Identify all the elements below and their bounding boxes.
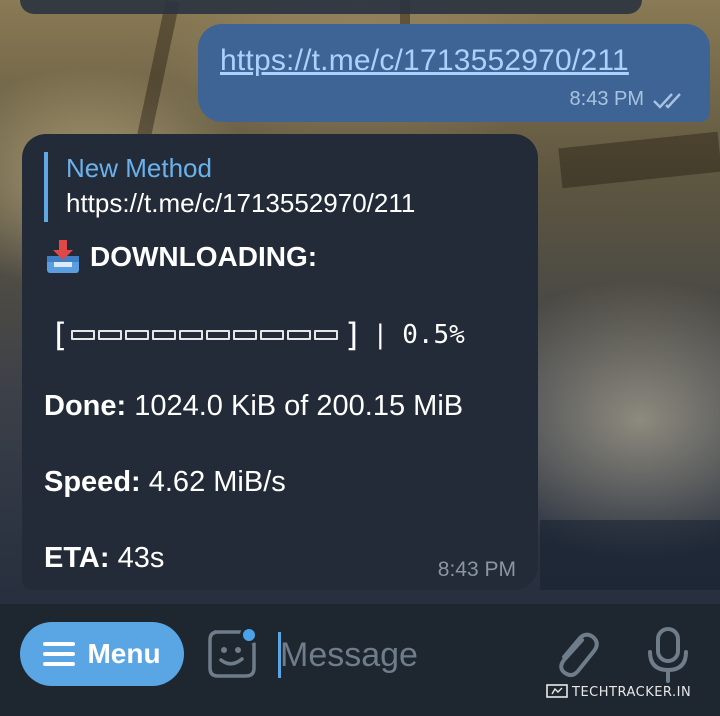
progress-cell [179, 330, 204, 340]
progress-cell [152, 330, 177, 340]
wallpaper-branch [134, 0, 180, 150]
progress-separator: | [372, 320, 389, 350]
paperclip-icon[interactable] [552, 626, 600, 680]
message-input[interactable] [280, 630, 530, 680]
progress-bar [71, 330, 341, 340]
message-input-bar: Menu TECHTRACKER.IN [0, 604, 720, 716]
message-meta: 8:43 PM [570, 88, 686, 111]
message-link[interactable]: https://t.me/c/1713552970/211 [220, 44, 629, 78]
previous-message-bubble [20, 0, 642, 14]
progress-cell [206, 330, 231, 340]
outgoing-message-bubble[interactable]: https://t.me/c/1713552970/211 8:43 PM [198, 24, 710, 122]
done-stat: Done: 1024.0 KiB of 200.15 MiB [44, 390, 463, 423]
progress-cell [98, 330, 123, 340]
incoming-message-bubble[interactable]: New Method https://t.me/c/1713552970/211… [22, 134, 538, 590]
progress-cell [71, 330, 96, 340]
watermark-text: TECHTRACKER.IN [572, 684, 692, 700]
message-time: 8:43 PM [569, 88, 644, 110]
reply-title: New Method [66, 153, 212, 183]
eta-stat: ETA: 43s [44, 542, 164, 575]
monitor-icon [546, 684, 568, 698]
speed-label: Speed: [44, 466, 141, 498]
progress-line: [ ] | 0.5% [50, 316, 465, 354]
progress-percent: 0.5% [402, 320, 465, 350]
sticker-notification-dot [240, 626, 258, 644]
speed-stat: Speed: 4.62 MiB/s [44, 466, 286, 499]
watermark: TECHTRACKER.IN [546, 684, 691, 700]
download-heading-text: DOWNLOADING: [90, 241, 318, 272]
message-time: 8:43 PM [437, 558, 516, 581]
inbox-tray-icon [47, 240, 79, 273]
reply-quote[interactable]: New Method https://t.me/c/1713552970/211 [44, 152, 415, 222]
progress-cell [125, 330, 150, 340]
eta-label: ETA: [44, 542, 110, 574]
done-label: Done: [44, 390, 127, 422]
progress-bracket-open: [ [50, 316, 70, 354]
microphone-icon[interactable] [646, 626, 690, 684]
progress-cell [314, 330, 339, 340]
double-check-icon [653, 92, 681, 109]
hamburger-icon [43, 642, 76, 666]
menu-button[interactable]: Menu [20, 622, 184, 686]
wallpaper-shadow [540, 520, 720, 590]
done-value: 1024.0 KiB of 200.15 MiB [134, 390, 464, 422]
speed-value: 4.62 MiB/s [148, 466, 286, 498]
progress-bracket-close: ] [343, 316, 363, 354]
progress-cell [287, 330, 312, 340]
progress-cell [260, 330, 285, 340]
reply-text: https://t.me/c/1713552970/211 [66, 188, 416, 218]
wallpaper-shadow [558, 131, 720, 189]
menu-button-label: Menu [87, 638, 161, 669]
progress-cell [233, 330, 258, 340]
download-heading: DOWNLOADING: [44, 238, 317, 276]
eta-value: 43s [117, 542, 165, 574]
